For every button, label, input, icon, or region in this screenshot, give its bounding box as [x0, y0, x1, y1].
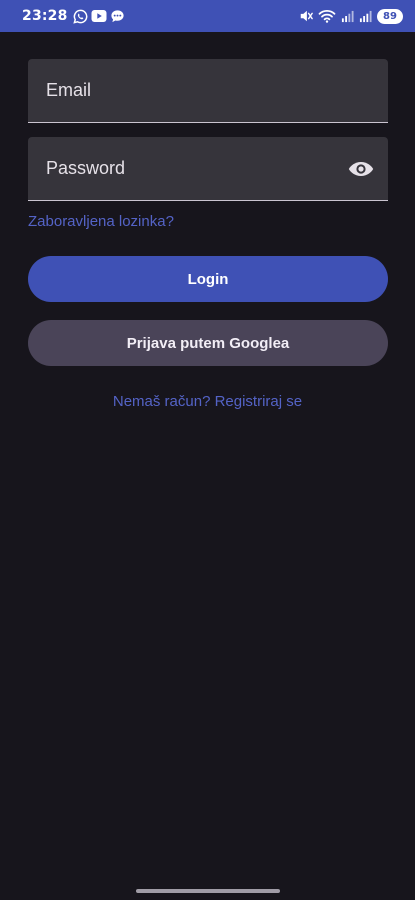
- login-button[interactable]: Login: [28, 256, 388, 302]
- register-link-row: Nemaš račun? Registriraj se: [0, 393, 415, 410]
- signal-icon: [341, 10, 354, 23]
- battery-indicator: 89: [377, 8, 403, 24]
- email-field-container: [28, 59, 388, 123]
- chat-bubble-icon: [110, 9, 125, 24]
- whatsapp-icon: [72, 9, 88, 24]
- mute-icon: [299, 9, 313, 23]
- forgot-password-link[interactable]: Zaboravljena lozinka?: [28, 213, 174, 230]
- email-field[interactable]: [28, 59, 388, 122]
- google-sign-in-button[interactable]: Prijava putem Googlea: [28, 320, 388, 366]
- status-bar: 23:28 89: [0, 0, 415, 32]
- eye-icon[interactable]: [346, 156, 376, 182]
- system-icons: 89: [299, 8, 403, 24]
- youtube-icon: [91, 9, 107, 23]
- register-link[interactable]: Nemaš račun? Registriraj se: [113, 393, 302, 410]
- status-time: 23:28: [22, 8, 68, 24]
- wifi-icon: [318, 9, 336, 23]
- password-field-container: [28, 137, 388, 201]
- home-indicator[interactable]: [136, 889, 280, 893]
- notification-icons: [72, 9, 125, 24]
- password-field[interactable]: [28, 137, 388, 200]
- signal-icon: [359, 10, 372, 23]
